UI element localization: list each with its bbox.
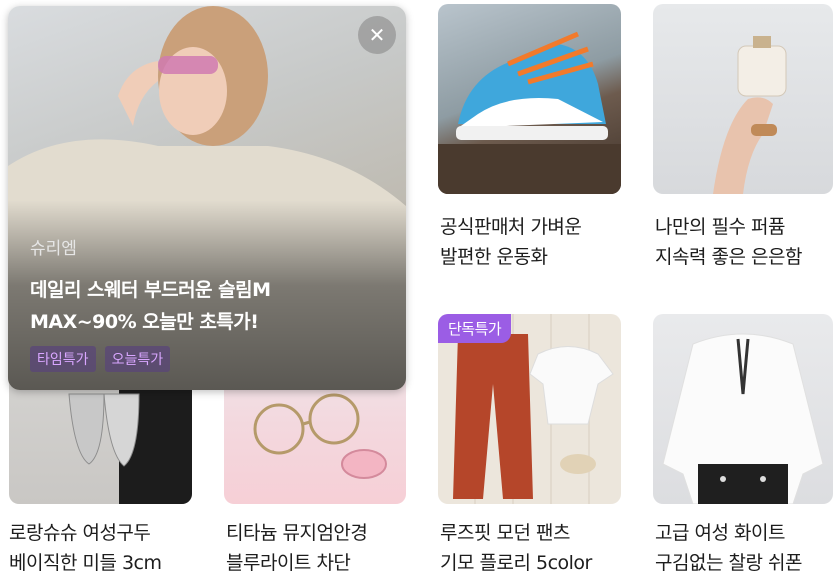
product-title[interactable]: 나만의 필수 퍼퓸 지속력 좋은 은은함 (655, 212, 802, 272)
ad-brand: 슈리엠 (30, 239, 77, 259)
perfume-illustration (713, 36, 787, 194)
perfume-image[interactable] (653, 4, 833, 194)
exclusive-deal-badge: 단독특가 (438, 314, 512, 343)
today-deal-tag: 오늘특가 (104, 346, 171, 372)
sneaker-illustration (438, 31, 621, 194)
blouse-image[interactable] (653, 314, 833, 504)
product-title[interactable]: 공식판매처 가벼운 발편한 운동화 (440, 212, 582, 272)
product-title[interactable]: 로랑슈슈 여성구두 베이직한 미들 3cm (9, 518, 162, 578)
sneaker-image[interactable] (438, 4, 621, 194)
close-icon[interactable]: ✕ (358, 16, 396, 54)
time-deal-tag: 타임특가 (30, 346, 96, 372)
product-title[interactable]: 티타늄 뮤지엄안경 블루라이트 차단 (226, 518, 368, 578)
blouse-illustration (662, 333, 824, 504)
ad-tags: 타임특가 오늘특가 (30, 346, 174, 372)
ad-headline: 데일리 스웨터 부드러운 슬림M MAX~90% 오늘만 초특가! (30, 279, 271, 333)
product-title[interactable]: 루즈핏 모던 팬츠 기모 플로리 5color (440, 518, 592, 578)
pants-image[interactable]: 단독특가 (438, 314, 621, 504)
product-title[interactable]: 고급 여성 화이트 구김없는 찰랑 쉬폰 (655, 518, 802, 578)
sponsored-overlay-ad[interactable]: ✕ 슈리엠 데일리 스웨터 부드러운 슬림M MAX~90% 오늘만 초특가! … (8, 6, 406, 390)
